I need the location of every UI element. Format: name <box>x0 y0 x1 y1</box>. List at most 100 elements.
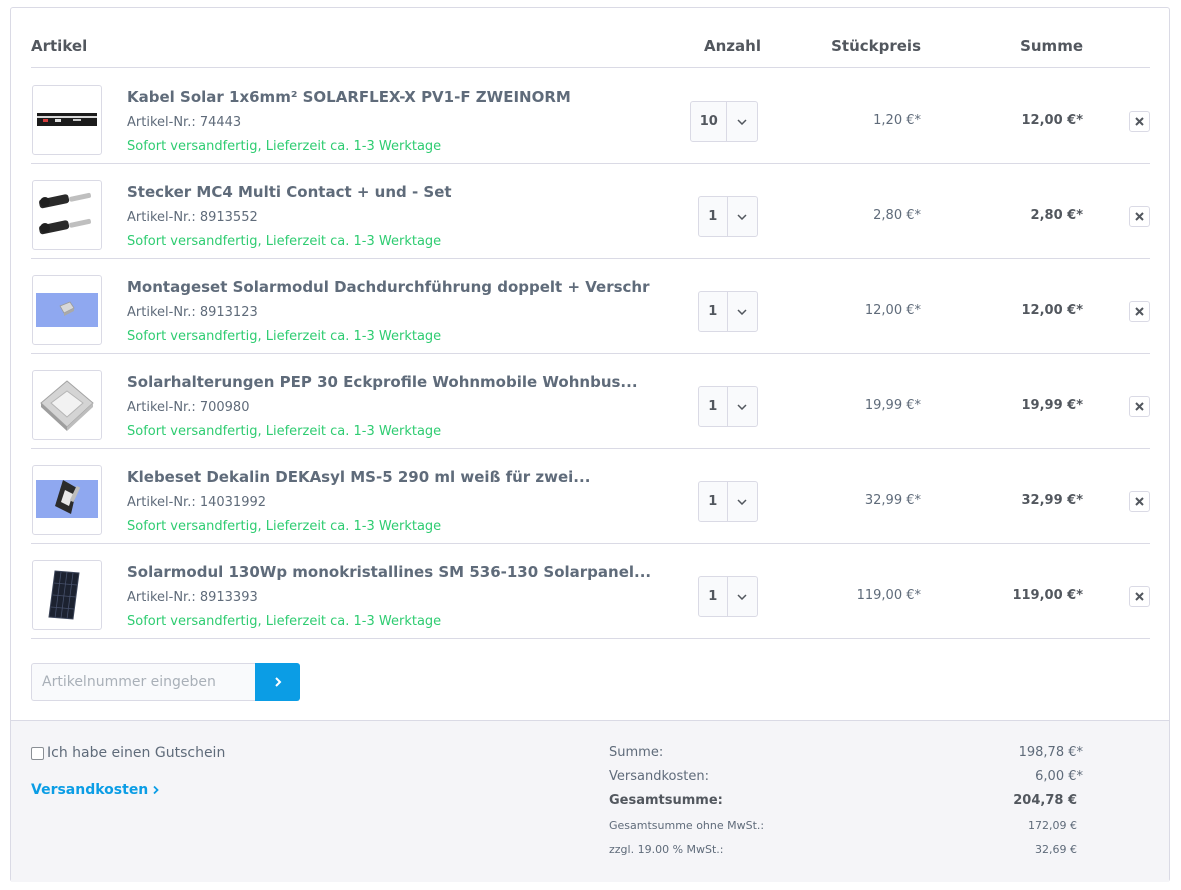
chevron-down-icon <box>728 498 757 505</box>
product-name[interactable]: Kabel Solar 1x6mm² SOLARFLEX-X PV1-F ZWE… <box>127 88 571 106</box>
item-total: 12,00 €* <box>1021 303 1084 318</box>
add-article-button[interactable] <box>255 663 300 701</box>
chevron-down-icon <box>727 118 757 125</box>
unit-price: 12,00 €* <box>864 303 921 318</box>
remove-item-button[interactable] <box>1129 586 1150 607</box>
delivery-status: Sofort versandfertig, Lieferzeit ca. 1-3… <box>127 614 442 629</box>
shipping-costs-link[interactable]: Versandkosten <box>31 782 160 798</box>
product-name[interactable]: Solarhalterungen PEP 30 Eckprofile Wohnm… <box>127 373 638 391</box>
item-total: 119,00 €* <box>1012 588 1083 603</box>
cable-image <box>37 113 97 126</box>
add-article-form <box>31 663 300 701</box>
subtotal-label: Summe: <box>609 745 664 760</box>
quantity-value: 1 <box>708 209 718 224</box>
quantity-value: 1 <box>708 304 718 319</box>
close-icon <box>1135 497 1144 506</box>
grand-total-label: Gesamtsumme: <box>609 793 723 808</box>
quantity-select[interactable]: 1 <box>698 576 758 617</box>
unit-price: 1,20 €* <box>873 113 921 128</box>
product-name[interactable]: Klebeset Dekalin DEKAsyl MS-5 290 ml wei… <box>127 468 590 486</box>
chevron-down-icon <box>728 213 757 220</box>
item-total: 32,99 €* <box>1021 493 1084 508</box>
shipping-costs-link-label: Versandkosten <box>31 782 149 798</box>
unit-price: 19,99 €* <box>864 398 921 413</box>
connector-image <box>39 192 91 235</box>
chevron-right-icon <box>274 677 281 687</box>
vat-value: 32,69 € <box>1035 843 1077 856</box>
unit-price: 2,80 €* <box>873 208 921 223</box>
chevron-down-icon <box>728 308 757 315</box>
cart-container: Artikel Anzahl Stückpreis Summe Kabel So… <box>10 7 1170 882</box>
product-image[interactable] <box>32 465 102 535</box>
solar-panel-image <box>48 570 80 620</box>
item-total: 12,00 €* <box>1021 113 1084 128</box>
quantity-select[interactable]: 1 <box>698 196 758 237</box>
article-number: Artikel-Nr.: 8913123 <box>127 305 258 320</box>
product-image[interactable] <box>32 180 102 250</box>
chevron-down-icon <box>728 593 757 600</box>
article-number: Artikel-Nr.: 74443 <box>127 115 242 130</box>
roof-feedthrough-image <box>36 293 98 327</box>
article-number: Artikel-Nr.: 700980 <box>127 400 250 415</box>
voucher-label: Ich habe einen Gutschein <box>47 745 226 761</box>
article-number: Artikel-Nr.: 8913393 <box>127 590 258 605</box>
cart-item-row: Solarmodul 130Wp monokristallines SM 536… <box>31 544 1150 639</box>
item-total: 19,99 €* <box>1021 398 1084 413</box>
voucher-toggle[interactable]: Ich habe einen Gutschein <box>31 745 225 761</box>
product-name[interactable]: Stecker MC4 Multi Contact + und - Set <box>127 183 452 201</box>
cart-item-row: Stecker MC4 Multi Contact + und - Set Ar… <box>31 164 1150 259</box>
chevron-right-icon <box>153 785 160 795</box>
quantity-value: 1 <box>708 494 718 509</box>
cart-item-row: Solarhalterungen PEP 30 Eckprofile Wohnm… <box>31 354 1150 449</box>
voucher-checkbox[interactable] <box>31 746 44 760</box>
product-image[interactable] <box>32 560 102 630</box>
net-total-value: 172,09 € <box>1028 819 1077 832</box>
delivery-status: Sofort versandfertig, Lieferzeit ca. 1-3… <box>127 139 442 154</box>
remove-item-button[interactable] <box>1129 301 1150 322</box>
shipping-label: Versandkosten: <box>609 769 709 784</box>
delivery-status: Sofort versandfertig, Lieferzeit ca. 1-3… <box>127 234 442 249</box>
remove-item-button[interactable] <box>1129 206 1150 227</box>
product-name[interactable]: Solarmodul 130Wp monokristallines SM 536… <box>127 563 651 581</box>
adhesive-set-image <box>36 480 98 518</box>
quantity-select[interactable]: 1 <box>698 386 758 427</box>
net-total-label: Gesamtsumme ohne MwSt.: <box>609 819 765 832</box>
header-sum: Summe <box>1020 37 1083 55</box>
close-icon <box>1135 307 1144 316</box>
close-icon <box>1135 592 1144 601</box>
quantity-select[interactable]: 1 <box>698 481 758 522</box>
cart-footer: Ich habe einen Gutschein Versandkosten S… <box>11 720 1169 882</box>
close-icon <box>1135 212 1144 221</box>
vat-label: zzgl. 19.00 % MwSt.: <box>609 843 724 856</box>
remove-item-button[interactable] <box>1129 491 1150 512</box>
quantity-select[interactable]: 1 <box>698 291 758 332</box>
delivery-status: Sofort versandfertig, Lieferzeit ca. 1-3… <box>127 519 442 534</box>
article-number: Artikel-Nr.: 8913552 <box>127 210 258 225</box>
delivery-status: Sofort versandfertig, Lieferzeit ca. 1-3… <box>127 424 442 439</box>
subtotal-value: 198,78 €* <box>1018 745 1083 760</box>
product-image[interactable] <box>32 370 102 440</box>
article-number: Artikel-Nr.: 14031992 <box>127 495 267 510</box>
product-image[interactable] <box>32 85 102 155</box>
quantity-select[interactable]: 10 <box>690 101 758 142</box>
delivery-status: Sofort versandfertig, Lieferzeit ca. 1-3… <box>127 329 442 344</box>
grand-total-value: 204,78 € <box>1013 793 1077 808</box>
corner-bracket-image <box>40 380 94 431</box>
header-unit-price: Stückpreis <box>831 37 921 55</box>
quantity-value: 1 <box>708 589 718 604</box>
remove-item-button[interactable] <box>1129 396 1150 417</box>
remove-item-button[interactable] <box>1129 111 1150 132</box>
close-icon <box>1135 117 1144 126</box>
unit-price: 32,99 €* <box>864 493 921 508</box>
cart-header: Artikel Anzahl Stückpreis Summe <box>31 8 1150 68</box>
shipping-value: 6,00 €* <box>1035 769 1083 784</box>
product-image[interactable] <box>32 275 102 345</box>
cart-item-row: Kabel Solar 1x6mm² SOLARFLEX-X PV1-F ZWE… <box>31 69 1150 164</box>
article-number-input[interactable] <box>31 663 255 701</box>
item-total: 2,80 €* <box>1030 208 1083 223</box>
quantity-value: 10 <box>699 114 718 129</box>
close-icon <box>1135 402 1144 411</box>
product-name[interactable]: Montageset Solarmodul Dachdurchführung d… <box>127 278 650 296</box>
cart-item-row: Montageset Solarmodul Dachdurchführung d… <box>31 259 1150 354</box>
header-article: Artikel <box>31 37 88 55</box>
